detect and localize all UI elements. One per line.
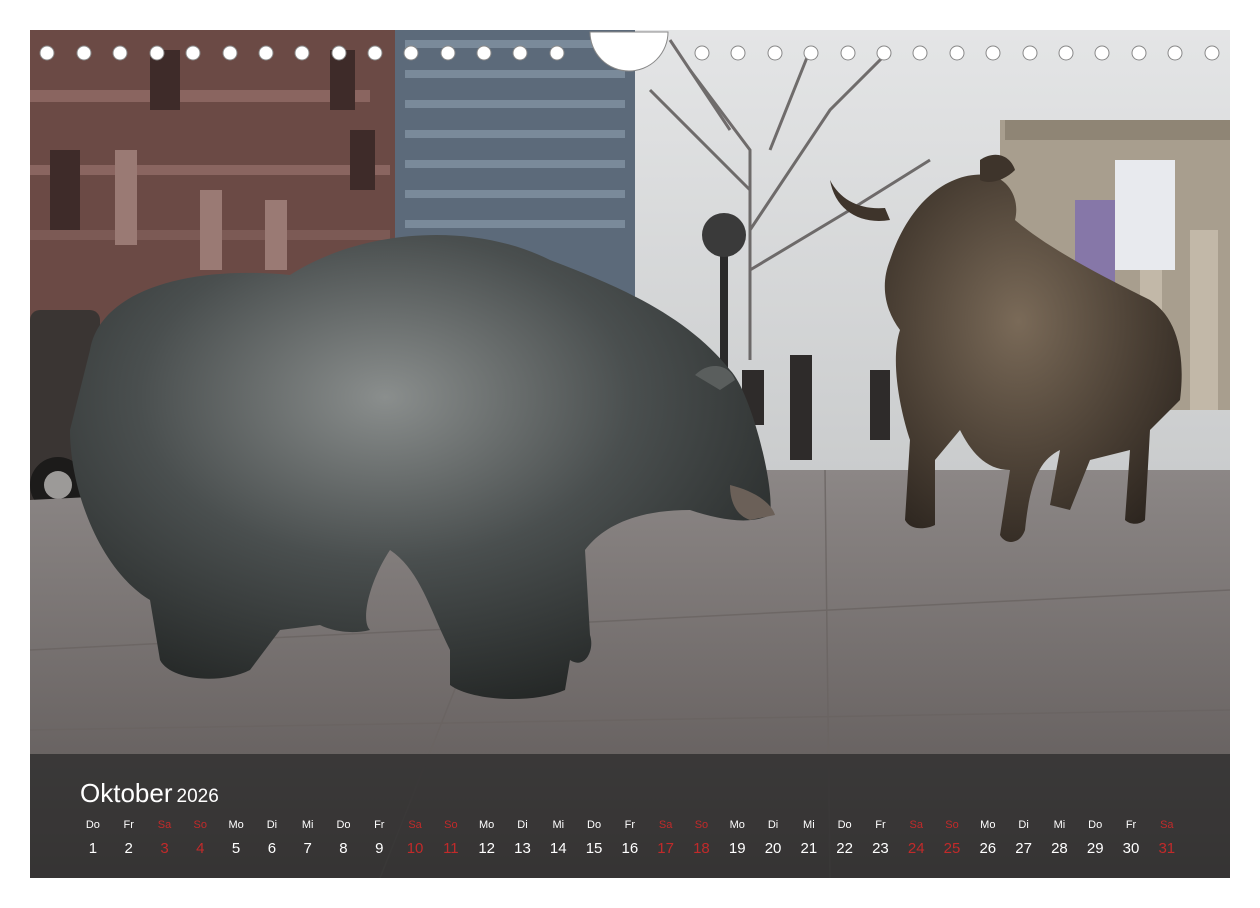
weekday-label: Do <box>336 819 351 831</box>
day-number: 20 <box>764 840 782 857</box>
weekday-label: Do <box>1088 819 1103 831</box>
weekday-label: Fr <box>875 819 886 831</box>
weekday-label: Do <box>587 819 602 831</box>
weekday-label: Mo <box>729 819 745 831</box>
weekday-label: Do <box>85 819 100 831</box>
day-number: 16 <box>621 840 639 857</box>
day-number: 6 <box>267 840 277 857</box>
day-number-row: 1 2 3 4 5 6 7 8 9 10 11 12 13 14 15 16 17 18 19 20 21 22 23 24 2… <box>75 840 1185 860</box>
day-number: 9 <box>375 840 384 857</box>
day-number: 24 <box>907 840 925 857</box>
weekday-label: Mi <box>1053 819 1066 831</box>
weekday-label: So <box>945 819 959 831</box>
weekday-label: Sa <box>909 819 923 831</box>
weekday-label: Fr <box>123 819 134 831</box>
weekday-label: Do <box>837 819 852 831</box>
weekday-row: Do Fr Sa So Mo Di Mi Do Fr Sa So Mo Di Mi Do Fr Sa So Mo Di… <box>75 819 1185 833</box>
weekday-label: Sa <box>658 819 673 831</box>
day-number: 17 <box>657 840 674 857</box>
day-number: 13 <box>514 840 531 857</box>
weekday-label: So <box>193 819 208 831</box>
month-title: Oktober 2026 <box>80 778 219 812</box>
day-number: 30 <box>1122 840 1140 857</box>
weekday-label: Fr <box>624 819 636 831</box>
day-number: 28 <box>1051 840 1068 857</box>
day-number: 15 <box>585 840 603 857</box>
day-number: 4 <box>196 840 205 857</box>
day-number: 19 <box>728 840 746 857</box>
weekday-label: Mi <box>301 819 314 831</box>
weekday-label: Fr <box>1125 819 1137 831</box>
day-number: 29 <box>1086 840 1104 857</box>
day-number: 1 <box>88 840 98 857</box>
day-number: 25 <box>943 840 961 857</box>
weekday-label: Di <box>767 819 779 831</box>
weekday-label: Mo <box>980 819 996 831</box>
weekday-label: So <box>694 819 709 831</box>
weekday-label: Fr <box>374 819 385 831</box>
day-number: 14 <box>549 840 567 857</box>
weekday-label: Sa <box>1160 819 1174 831</box>
weekday-label: Mi <box>552 819 565 831</box>
day-number: 3 <box>160 840 169 857</box>
bull-and-bear-photo <box>30 30 1230 878</box>
day-number: 5 <box>231 840 241 857</box>
day-number: 7 <box>303 840 312 857</box>
day-number: 22 <box>836 840 853 857</box>
weekday-label: Mi <box>803 819 815 831</box>
month-year: 2026 <box>176 786 219 807</box>
day-number: 2 <box>124 840 133 857</box>
weekday-label: So <box>444 819 458 831</box>
day-number: 31 <box>1158 840 1176 857</box>
weekday-label: Di <box>517 819 528 831</box>
weekday-label: Di <box>1018 819 1029 831</box>
weekday-label: Sa <box>157 819 172 831</box>
month-name: Oktober <box>80 778 173 808</box>
weekday-label: Mo <box>228 819 244 831</box>
weekday-label: Sa <box>408 819 422 831</box>
day-number: 8 <box>339 840 348 857</box>
day-number: 12 <box>478 840 495 857</box>
day-number: 21 <box>800 840 818 857</box>
day-number: 23 <box>872 840 889 857</box>
day-number: 11 <box>443 840 459 857</box>
calendar-photo: Oktober 2026 Do Fr Sa So Mo Di Mi Do Fr Sa So Mo Di Mi… <box>30 30 1230 878</box>
weekday-label: Mo <box>479 819 495 831</box>
day-number: 27 <box>1015 840 1032 857</box>
day-number: 26 <box>979 840 997 857</box>
day-number: 10 <box>406 840 424 857</box>
weekday-label: Di <box>266 819 278 831</box>
day-number: 18 <box>693 840 710 857</box>
